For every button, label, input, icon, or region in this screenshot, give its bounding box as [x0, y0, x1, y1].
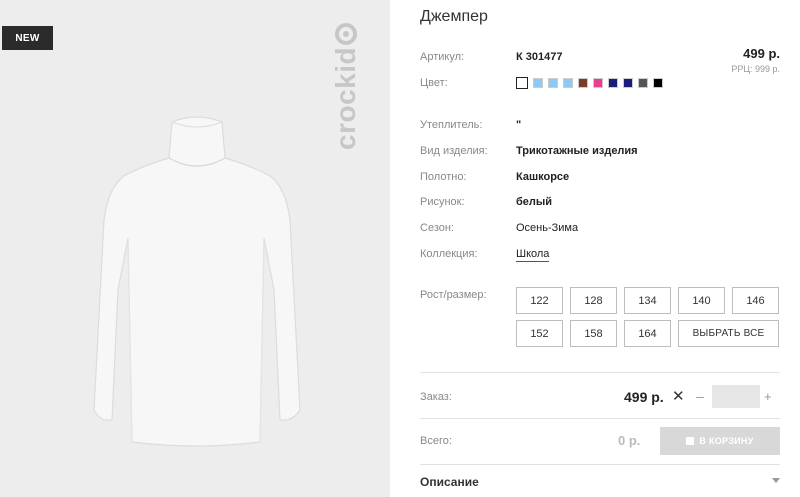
product-photo: NEW crockid — [0, 0, 390, 497]
new-badge: NEW — [2, 26, 53, 50]
product-title: Джемпер — [420, 8, 488, 25]
color-swatch[interactable] — [653, 78, 663, 88]
add-to-cart-label: В КОРЗИНУ — [699, 436, 754, 446]
product-type-value: Трикотажные изделия — [516, 145, 638, 157]
insulation-value: " — [516, 119, 522, 131]
product-info: Джемпер Артикул: К 301477 499 р. РРЦ: 99… — [420, 0, 780, 497]
size-option[interactable]: 140 — [678, 287, 725, 314]
size-option[interactable]: 152 — [516, 320, 563, 347]
brand-logo-mark — [335, 22, 357, 45]
order-label: Заказ: — [420, 391, 452, 403]
times-icon: ✕ — [672, 388, 685, 405]
season-value: Осень-Зима — [516, 222, 579, 234]
insulation-label: Утеплитель: — [420, 119, 483, 131]
total-label: Всего: — [420, 435, 452, 447]
cart-icon — [686, 437, 695, 445]
add-to-cart-button[interactable]: В КОРЗИНУ — [660, 427, 780, 455]
color-swatch[interactable] — [548, 78, 558, 88]
product-price: 499 р. — [743, 46, 780, 61]
product-type-label: Вид изделия: — [420, 145, 488, 157]
size-option[interactable]: 134 — [624, 287, 671, 314]
color-swatches — [516, 77, 666, 89]
pattern-value: белый — [516, 196, 553, 208]
fabric-value: Кашкорсе — [516, 171, 570, 183]
sweater-image — [93, 116, 301, 447]
color-swatch[interactable] — [623, 78, 633, 88]
color-swatch[interactable] — [533, 78, 543, 88]
total-row: Всего: 0 р. В КОРЗИНУ — [420, 427, 780, 455]
order-row: Заказ: 499 р. ✕ – + — [420, 383, 780, 411]
size-option[interactable]: 164 — [624, 320, 671, 347]
color-label: Цвет: — [420, 77, 448, 89]
collection-label: Коллекция: — [420, 248, 478, 260]
quantity-input[interactable] — [712, 385, 760, 408]
color-swatch[interactable] — [593, 78, 603, 88]
total-value: 0 р. — [618, 433, 641, 448]
article-label: Артикул: — [420, 51, 465, 63]
size-grid: 122 128 134 140 146 152 158 164 ВЫБРАТЬ … — [516, 287, 779, 347]
divider — [420, 372, 780, 373]
recommended-price: РРЦ: 999 р. — [731, 64, 780, 74]
size-label: Рост/размер: — [420, 289, 487, 301]
brand-logo-text: crockid — [330, 46, 361, 150]
decrease-quantity-button[interactable]: – — [696, 388, 704, 404]
color-swatch[interactable] — [638, 78, 648, 88]
select-all-sizes-button[interactable]: ВЫБРАТЬ ВСЕ — [678, 320, 779, 347]
chevron-down-icon[interactable] — [772, 478, 780, 483]
brand-logo: crockid — [330, 22, 362, 150]
size-option[interactable]: 122 — [516, 287, 563, 314]
color-swatch[interactable] — [516, 77, 528, 89]
size-option[interactable]: 128 — [570, 287, 617, 314]
size-option[interactable]: 158 — [570, 320, 617, 347]
size-option[interactable]: 146 — [732, 287, 779, 314]
fabric-label: Полотно: — [420, 171, 467, 183]
color-swatch[interactable] — [608, 78, 618, 88]
divider — [420, 418, 780, 419]
color-swatch[interactable] — [563, 78, 573, 88]
increase-quantity-button[interactable]: + — [764, 389, 772, 404]
article-value: К 301477 — [516, 51, 563, 63]
collection-link[interactable]: Школа — [516, 248, 550, 262]
divider — [420, 464, 780, 465]
description-toggle[interactable]: Описание — [420, 475, 479, 489]
color-swatch[interactable] — [578, 78, 588, 88]
pattern-label: Рисунок: — [420, 196, 465, 208]
season-label: Сезон: — [420, 222, 454, 234]
order-price: 499 р. — [624, 389, 664, 405]
